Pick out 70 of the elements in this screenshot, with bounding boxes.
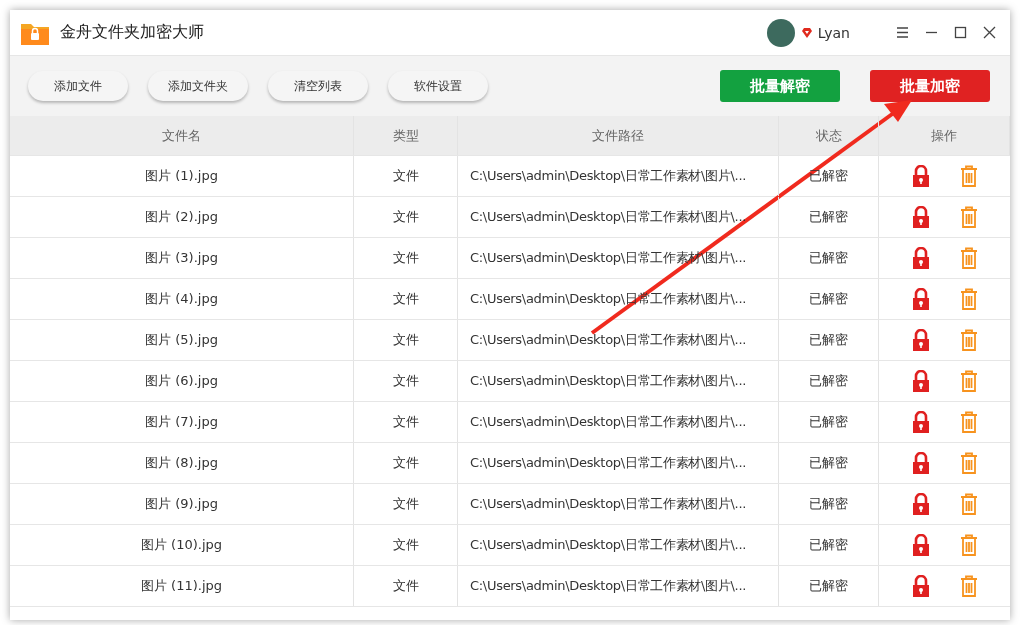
avatar — [766, 18, 795, 47]
table-cell: C:\Users\admin\Desktop\日常工作素材\图片\... — [458, 484, 779, 524]
table-cell: 文件 — [354, 156, 458, 196]
table-cell: 已解密 — [779, 525, 879, 565]
table-cell: 文件 — [354, 197, 458, 237]
table-cell: 图片 (9).jpg — [10, 484, 354, 524]
table-cell: 文件 — [354, 402, 458, 442]
lock-icon[interactable] — [911, 288, 930, 310]
column-header[interactable]: 文件路径 — [458, 116, 779, 155]
table-cell: C:\Users\admin\Desktop\日常工作素材\图片\... — [458, 361, 779, 401]
menu-icon[interactable] — [896, 26, 909, 39]
toolbar-button[interactable]: 添加文件夹 — [148, 71, 248, 101]
table-cell: C:\Users\admin\Desktop\日常工作素材\图片\... — [458, 320, 779, 360]
table-cell: 文件 — [354, 525, 458, 565]
table-cell: C:\Users\admin\Desktop\日常工作素材\图片\... — [458, 443, 779, 483]
table-cell: 图片 (10).jpg — [10, 525, 354, 565]
toolbar-button[interactable]: 添加文件 — [28, 71, 128, 101]
lock-icon[interactable] — [911, 206, 930, 228]
lock-icon[interactable] — [911, 329, 930, 351]
table-cell: 文件 — [354, 484, 458, 524]
table-cell: 图片 (11).jpg — [10, 566, 354, 606]
window-title: 金舟文件夹加密大师 — [60, 22, 204, 43]
table-cell: 图片 (8).jpg — [10, 443, 354, 483]
column-header[interactable]: 类型 — [354, 116, 458, 155]
table-cell: 文件 — [354, 443, 458, 483]
table-cell: 已解密 — [779, 361, 879, 401]
encrypt-button[interactable]: 批量加密 — [870, 70, 990, 102]
toolbar-button[interactable]: 清空列表 — [268, 71, 368, 101]
table-cell: 已解密 — [779, 279, 879, 319]
table-cell: 图片 (2).jpg — [10, 197, 354, 237]
column-header[interactable]: 状态 — [779, 116, 879, 155]
table-cell: 图片 (1).jpg — [10, 156, 354, 196]
table-cell: C:\Users\admin\Desktop\日常工作素材\图片\... — [458, 197, 779, 237]
column-header[interactable]: 文件名 — [10, 116, 354, 155]
table-cell: C:\Users\admin\Desktop\日常工作素材\图片\... — [458, 156, 779, 196]
table-cell: 文件 — [354, 361, 458, 401]
table-cell: 文件 — [354, 238, 458, 278]
lock-icon[interactable] — [911, 493, 930, 515]
table-cell: 图片 (4).jpg — [10, 279, 354, 319]
close-icon[interactable] — [983, 26, 996, 39]
lock-icon[interactable] — [911, 411, 930, 433]
table-cell: 已解密 — [779, 443, 879, 483]
decrypt-button[interactable]: 批量解密 — [720, 70, 840, 102]
table-cell: 图片 (3).jpg — [10, 238, 354, 278]
table-cell: 文件 — [354, 320, 458, 360]
lock-icon[interactable] — [911, 370, 930, 392]
table-cell: 已解密 — [779, 402, 879, 442]
table-cell: 图片 (7).jpg — [10, 402, 354, 442]
table-cell: 文件 — [354, 279, 458, 319]
gem-icon — [800, 26, 813, 39]
table-cell: 已解密 — [779, 238, 879, 278]
table-cell: 已解密 — [779, 197, 879, 237]
table-cell: 已解密 — [779, 484, 879, 524]
username[interactable]: Lyan — [817, 24, 850, 41]
lock-icon[interactable] — [911, 165, 930, 187]
lock-icon[interactable] — [911, 452, 930, 474]
table-cell: C:\Users\admin\Desktop\日常工作素材\图片\... — [458, 525, 779, 565]
toolbar-button[interactable]: 软件设置 — [388, 71, 488, 101]
table-cell: 已解密 — [779, 156, 879, 196]
table-cell: 已解密 — [779, 566, 879, 606]
table-cell: C:\Users\admin\Desktop\日常工作素材\图片\... — [458, 402, 779, 442]
table-cell: 文件 — [354, 566, 458, 606]
table-cell: 已解密 — [779, 320, 879, 360]
table-cell: C:\Users\admin\Desktop\日常工作素材\图片\... — [458, 566, 779, 606]
table-cell: 图片 (5).jpg — [10, 320, 354, 360]
lock-icon[interactable] — [911, 534, 930, 556]
maximize-icon[interactable] — [954, 26, 967, 39]
lock-icon[interactable] — [911, 575, 930, 597]
table-cell: 图片 (6).jpg — [10, 361, 354, 401]
lock-icon[interactable] — [911, 247, 930, 269]
